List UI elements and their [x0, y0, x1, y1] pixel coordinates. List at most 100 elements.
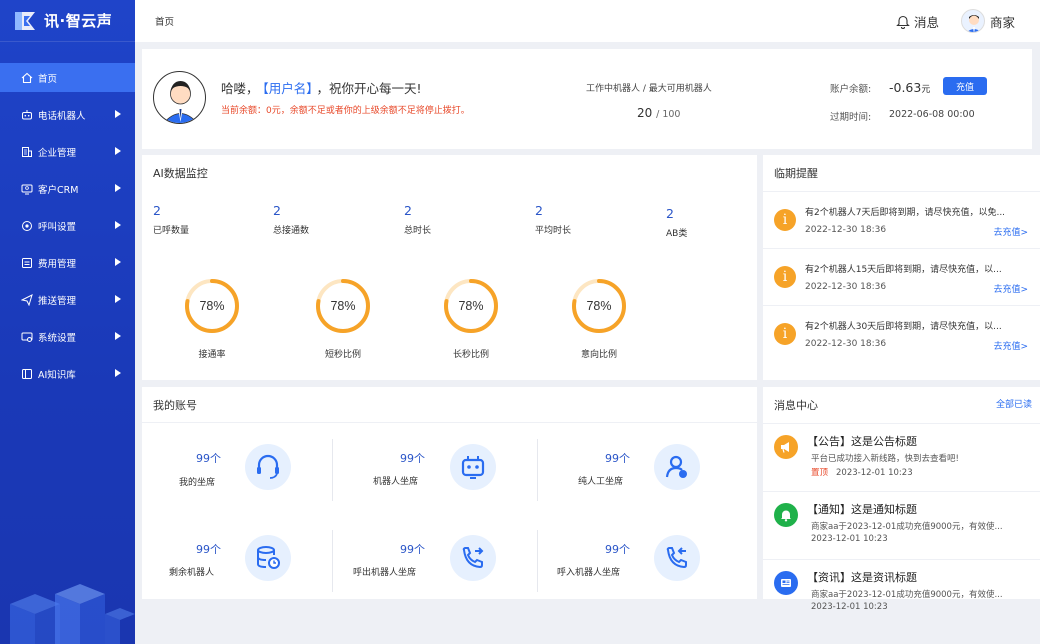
ring-connect-rate: 78% [185, 279, 239, 333]
crm-icon [21, 184, 33, 194]
recharge-link[interactable]: 去充值> [993, 339, 1028, 352]
account-label: 呼入机器人坐席 [557, 568, 621, 578]
message-date: 2023-12-01 10:23 [811, 534, 888, 544]
message-meta: 2023-12-01 10:23 [811, 534, 888, 544]
sidebar-item-system-settings[interactable]: 系统设置 [0, 322, 135, 351]
sidebar-item-call-settings[interactable]: 呼叫设置 [0, 211, 135, 240]
sidebar-item-label: 客户CRM [38, 184, 79, 196]
message-summary: 平台已成功接入新线路，快到去查看吧! [811, 454, 959, 464]
building-icon [22, 146, 32, 157]
account-label: 剩余机器人 [169, 568, 215, 578]
logo-text: 讯·智云声 [44, 12, 113, 30]
message-title: 【通知】这是通知标题 [807, 503, 917, 516]
expiry-reminder-card: 临期提醒 i 有2个机器人7天后即将到期，请尽快充值，以免... 2022-12… [763, 155, 1040, 380]
greeting-prefix: 哈喽， [221, 81, 259, 96]
database-clock-icon [245, 535, 291, 581]
avatar [960, 9, 985, 33]
balance-label: 账户余额: [830, 84, 872, 95]
stat-avg-duration: 2 平均时长 [535, 203, 571, 236]
avatar [153, 71, 206, 124]
sidebar-item-label: 费用管理 [38, 258, 77, 270]
ring-long-ratio: 78% [444, 279, 498, 333]
card-title: 临期提醒 [774, 167, 818, 180]
message-title: 【公告】这是公告标题 [807, 435, 917, 448]
sidebar-item-billing[interactable]: 费用管理 [0, 248, 135, 277]
sidebar-item-push[interactable]: 推送管理 [0, 285, 135, 314]
caret-right-icon [115, 295, 121, 303]
message-title: 【资讯】这是资讯标题 [807, 571, 917, 584]
message-center-card: 消息中心 全部已读 【公告】这是公告标题 平台已成功接入新线路，快到去查看吧! … [763, 387, 1040, 612]
account-count: 99个 [400, 452, 425, 465]
account-count: 99个 [196, 452, 221, 465]
caret-right-icon [115, 110, 121, 118]
sidebar-item-label: 呼叫设置 [38, 221, 77, 233]
caret-right-icon [115, 369, 121, 377]
top-bar: 首页 消息 商家 [135, 0, 1040, 42]
sidebar-item-label: 电话机器人 [38, 110, 86, 122]
stat-label: AB类 [666, 229, 688, 239]
info-icon: i [774, 266, 796, 288]
list-item[interactable]: 【公告】这是公告标题 平台已成功接入新线路，快到去查看吧! 置顶 2023-12-… [763, 423, 1040, 491]
sidebar-item-home[interactable]: 首页 [0, 63, 135, 92]
robot-icon [22, 109, 32, 119]
caret-right-icon [115, 147, 121, 155]
sidebar-item-label: 系统设置 [38, 332, 77, 344]
stat-label: 总时长 [404, 226, 432, 236]
sidebar-item-ai-knowledge[interactable]: AI知识库 [0, 359, 135, 388]
system-settings-icon [21, 332, 33, 342]
ring-label: 短秒比例 [324, 350, 361, 360]
billing-icon [22, 257, 32, 268]
username: 【用户名】 [262, 81, 313, 96]
recharge-button[interactable]: 充值 [943, 77, 987, 95]
agent-person-icon [654, 444, 700, 490]
balance-amount: -0.63 [889, 80, 922, 95]
list-item[interactable]: 【通知】这是通知标题 商家aa于2023-12-01成功充值9000元，有效使.… [763, 491, 1040, 559]
greeting-suffix: ，祝你开心每一天! [316, 81, 422, 96]
sidebar-item-crm[interactable]: 客户CRM [0, 174, 135, 203]
balance-unit: 元 [921, 85, 931, 95]
stat-total-duration: 2 总时长 [404, 203, 431, 236]
sidebar-item-enterprise[interactable]: 企业管理 [0, 137, 135, 166]
messages-button[interactable]: 消息 [896, 12, 939, 31]
logo[interactable]: 讯·智云声 [0, 0, 135, 42]
sidebar-item-phone-robot[interactable]: 电话机器人 [0, 100, 135, 129]
message-meta: 2023-12-01 10:23 [811, 602, 888, 612]
breadcrumb[interactable]: 首页 [155, 14, 174, 28]
ring-label: 长秒比例 [452, 350, 489, 360]
robots-working: 20 [637, 106, 653, 120]
robots-value: 20 / 100 [637, 106, 680, 120]
stat-connected: 2 总接通数 [273, 203, 309, 236]
divider [537, 439, 538, 501]
welcome-card: 哈喽， 【用户名】 ，祝你开心每一天! 当前余额：0元，余额不足或者你的上级余额不足… [142, 49, 1032, 149]
message-summary: 商家aa于2023-12-01成功充值9000元，有效使... [811, 590, 1003, 600]
card-title: AI数据监控 [153, 167, 208, 180]
pinned-badge: 置顶 [811, 468, 829, 478]
phone-outgoing-icon [450, 535, 496, 581]
knowledge-icon [22, 368, 32, 379]
expiry-text: 有2个机器人30天后即将到期，请尽快充值，以... [805, 322, 1002, 332]
user-name: 商家 [989, 14, 1015, 30]
bell-icon [896, 15, 910, 29]
robots-max: / 100 [656, 109, 681, 120]
megaphone-icon [774, 435, 798, 459]
expiry-text: 有2个机器人15天后即将到期，请尽快充值，以... [805, 265, 1002, 275]
expiry-label: 过期时间: [830, 112, 872, 123]
recharge-link[interactable]: 去充值> [993, 225, 1028, 238]
stat-ab-class: 2 AB类 [666, 206, 687, 239]
mark-all-read-button[interactable]: 全部已读 [996, 397, 1032, 410]
list-item[interactable]: 【资讯】这是资讯标题 商家aa于2023-12-01成功充值9000元，有效使.… [763, 559, 1040, 627]
account-count: 99个 [400, 543, 425, 556]
stat-value: 2 [535, 203, 543, 218]
stat-label: 总接通数 [273, 226, 310, 236]
account-count: 99个 [605, 452, 630, 465]
stat-value: 2 [666, 206, 674, 221]
card-title: 我的账号 [153, 399, 197, 412]
info-icon: i [774, 209, 796, 231]
sidebar-nav: 首页 电话机器人 企业管理 客户CRM 呼叫设置 费用管理 推送管理 系统设置 … [0, 63, 135, 388]
stat-label: 平均时长 [535, 226, 572, 236]
expiry-value: 2022-06-08 00:00 [889, 109, 975, 120]
stat-value: 2 [404, 203, 412, 218]
user-menu[interactable]: 商家 [960, 9, 1015, 33]
ring-text: 78% [586, 299, 611, 313]
recharge-link[interactable]: 去充值> [993, 282, 1028, 295]
